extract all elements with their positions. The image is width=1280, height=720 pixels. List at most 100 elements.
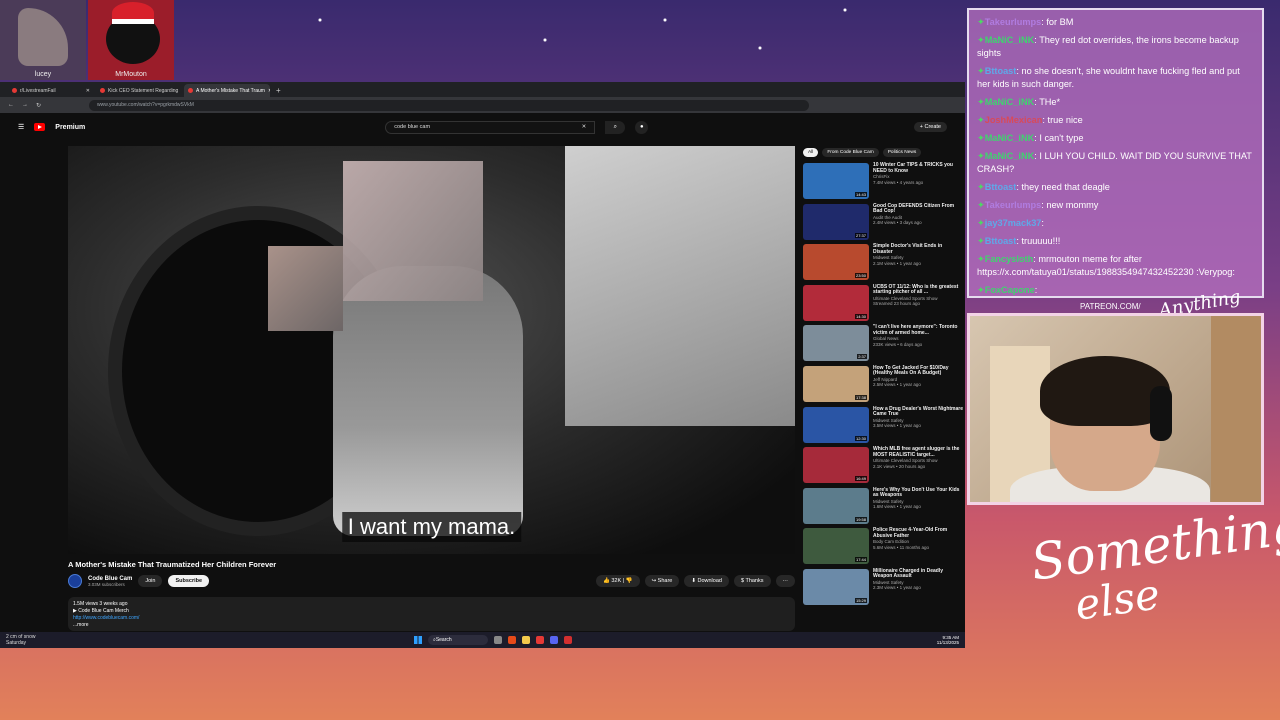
tab-bar: r/LivestreamFail ✕ Kick CEO Statement Reg…	[0, 82, 965, 97]
video-thumbnail[interactable]: 2:37	[803, 325, 869, 362]
search-input[interactable]: code blue cam ✕	[385, 120, 596, 134]
chat-username[interactable]: Bttoast	[985, 182, 1017, 192]
recommendation-item[interactable]: 14:43 10 Winter Car TIPS & TRICKS you NEE…	[803, 162, 963, 201]
video-thumbnail[interactable]: 14:43	[803, 163, 869, 199]
video-thumbnail[interactable]: 17:44	[803, 528, 869, 565]
menu-icon[interactable]: ☰	[18, 123, 24, 131]
chat-username[interactable]: Fancysloth	[985, 254, 1034, 264]
description-box[interactable]: 1.5M views 3 weeks ago ▶ Code Blue Cam M…	[68, 597, 795, 631]
task-view-icon[interactable]	[494, 636, 502, 644]
chat-badge-icon: ✦	[977, 218, 985, 228]
brave-browser-icon[interactable]	[508, 636, 516, 644]
recommendation-title[interactable]: How a Drug Dealer's Worst Nightmare Came…	[873, 406, 963, 418]
browser-tab-active[interactable]: A Mother's Mistake That Traum✕	[184, 84, 270, 97]
chat-username[interactable]: jay37mack37	[985, 218, 1042, 228]
chat-username[interactable]: Bttoast	[985, 66, 1017, 76]
chip-from-channel[interactable]: From Code Blue Cam	[822, 148, 879, 157]
recommendation-meta: 5.6M views • 11 months ago	[873, 544, 930, 550]
show-more-link[interactable]: ...more	[73, 622, 790, 629]
description-link[interactable]: http://www.codebluecam.com/	[73, 615, 790, 622]
like-count: 32K	[611, 578, 622, 584]
recommendation-item[interactable]: 27:37 Good Cop DEFENDS Citizen From Bad C…	[803, 203, 963, 242]
video-thumbnail[interactable]: 15:29	[803, 568, 869, 605]
recommendation-item[interactable]: 19:58 Here's Why You Don't Use Your Kids …	[803, 487, 963, 526]
taskbar-search[interactable]: ⌕ Search	[428, 635, 488, 645]
recommendation-title[interactable]: How To Get Jacked For $10/Day (Healthy M…	[873, 365, 963, 377]
recommendation-title[interactable]: UCBS OT 11/12: Who is the greatest start…	[873, 284, 963, 296]
create-button[interactable]: + Create	[913, 122, 947, 132]
recommendation-item[interactable]: 23:50 Simple Doctor's Visit Ends in Disas…	[803, 243, 963, 282]
system-clock[interactable]: 9:35 AM 11/13/2025	[937, 635, 959, 645]
recommendation-item[interactable]: 14:30 UCBS OT 11/12: Who is the greatest …	[803, 284, 963, 323]
taskbar-search-label: Search	[435, 637, 452, 643]
chat-username[interactable]: MaNiC_iNK	[985, 151, 1035, 161]
reload-icon[interactable]: ↻	[36, 102, 41, 109]
recommendation-item[interactable]: 17:38 How To Get Jacked For $10/Day (Heal…	[803, 365, 963, 404]
weather-widget[interactable]: 2 cm of snow Saturday	[6, 634, 35, 646]
video-thumbnail[interactable]: 16:49	[803, 447, 869, 484]
discord-icon[interactable]	[550, 636, 558, 644]
recommendation-title[interactable]: Simple Doctor's Visit Ends in Disaster	[873, 243, 963, 255]
chat-username[interactable]: MaNiC_iNK	[985, 35, 1035, 45]
search-value: code blue cam	[394, 124, 431, 130]
channel-avatar[interactable]	[68, 574, 82, 588]
thanks-button[interactable]: $ Thanks	[733, 575, 771, 587]
chat-username[interactable]: MaNiC_iNK	[985, 97, 1035, 107]
close-tab-icon[interactable]: ✕	[181, 88, 182, 94]
thumbs-down-icon[interactable]: 👎	[626, 578, 633, 584]
media-app-icon[interactable]	[536, 636, 544, 644]
browser-tab[interactable]: Kick CEO Statement Regarding✕	[96, 84, 182, 97]
more-actions-icon[interactable]: ⋯	[775, 575, 795, 587]
join-button[interactable]: Join	[138, 575, 163, 587]
url-field[interactable]: www.youtube.com/watch?v=pgrkmdwSVkM	[89, 99, 810, 111]
subscribe-button[interactable]: Subscribe	[168, 575, 210, 587]
recommendation-item[interactable]: 2:37 "I can't live here anymore": Toronto…	[803, 325, 963, 363]
youtube-logo-icon[interactable]	[34, 123, 46, 131]
recommendation-title[interactable]: Here's Why You Don't Use Your Kids as We…	[873, 487, 963, 499]
recommendation-info: How a Drug Dealer's Worst Nightmare Came…	[873, 406, 963, 445]
video-thumbnail[interactable]: 23:50	[803, 244, 869, 281]
channel-name[interactable]: Code Blue Cam	[88, 576, 132, 582]
share-button[interactable]: ↪ Share	[644, 575, 680, 587]
close-tab-icon[interactable]: ✕	[268, 88, 270, 94]
chat-username[interactable]: Takeurlumps	[985, 200, 1042, 210]
forward-icon[interactable]: →	[22, 102, 28, 108]
video-thumbnail[interactable]: 14:30	[803, 284, 869, 321]
recommendation-title[interactable]: Which MLB free agent slugger is the MOST…	[873, 446, 963, 458]
stream-chat-overlay: ✦Takeurlumps: for BM ✦MaNiC_iNK: They red…	[967, 8, 1264, 298]
new-tab-icon[interactable]: +	[272, 86, 285, 97]
clear-search-icon[interactable]: ✕	[582, 124, 587, 130]
voice-search-button[interactable]: ●	[635, 120, 649, 134]
chip-all[interactable]: All	[803, 148, 819, 157]
browser-tab[interactable]: r/LivestreamFail ✕	[8, 84, 94, 97]
recommendation-item[interactable]: 12:30 How a Drug Dealer's Worst Nightmare…	[803, 406, 963, 445]
obs-icon[interactable]	[564, 636, 572, 644]
recommendation-item[interactable]: 17:44 Police Rescue 4-Year-Old From Abusi…	[803, 528, 963, 566]
recommendation-title[interactable]: Good Cop DEFENDS Citizen From Bad Cop!	[873, 203, 963, 215]
chip-politics[interactable]: Politics News	[882, 148, 922, 157]
youtube-premium-logo[interactable]: Premium	[55, 124, 85, 131]
video-player[interactable]: I want my mama.	[68, 146, 795, 554]
windows-start-icon[interactable]	[414, 636, 422, 644]
recommendation-title[interactable]: Police Rescue 4-Year-Old From Abusive Fa…	[873, 528, 963, 539]
close-tab-icon[interactable]: ✕	[86, 88, 90, 94]
chat-username[interactable]: Bttoast	[985, 236, 1017, 246]
recommendation-item[interactable]: 15:29 Millionaire Charged in Deadly Weapo…	[803, 568, 963, 607]
chat-username[interactable]: Takeurlumps	[985, 17, 1042, 27]
like-button[interactable]: 👍 32K | 👎	[595, 575, 640, 587]
file-explorer-icon[interactable]	[522, 636, 530, 644]
chat-username[interactable]: MaNiC_iNK	[985, 133, 1035, 143]
video-thumbnail[interactable]: 27:37	[803, 203, 869, 240]
recommendation-item[interactable]: 16:49 Which MLB free agent slugger is the…	[803, 446, 963, 485]
video-thumbnail[interactable]: 17:38	[803, 365, 869, 402]
download-button[interactable]: ⬇ Download	[684, 575, 729, 587]
video-thumbnail[interactable]: 19:58	[803, 487, 869, 524]
recommendation-title[interactable]: "I can't live here anymore": Toronto vic…	[873, 325, 963, 336]
chat-username[interactable]: JoshMexican	[985, 115, 1043, 125]
recommendation-title[interactable]: 10 Winter Car TIPS & TRICKS you NEED to …	[873, 162, 963, 174]
search-button[interactable]: ⌕	[605, 120, 626, 134]
recommendation-title[interactable]: Millionaire Charged in Deadly Weapon Ass…	[873, 568, 963, 580]
back-icon[interactable]: ←	[8, 102, 14, 108]
chat-username[interactable]: FoxCapone	[985, 285, 1035, 295]
video-thumbnail[interactable]: 12:30	[803, 406, 869, 443]
